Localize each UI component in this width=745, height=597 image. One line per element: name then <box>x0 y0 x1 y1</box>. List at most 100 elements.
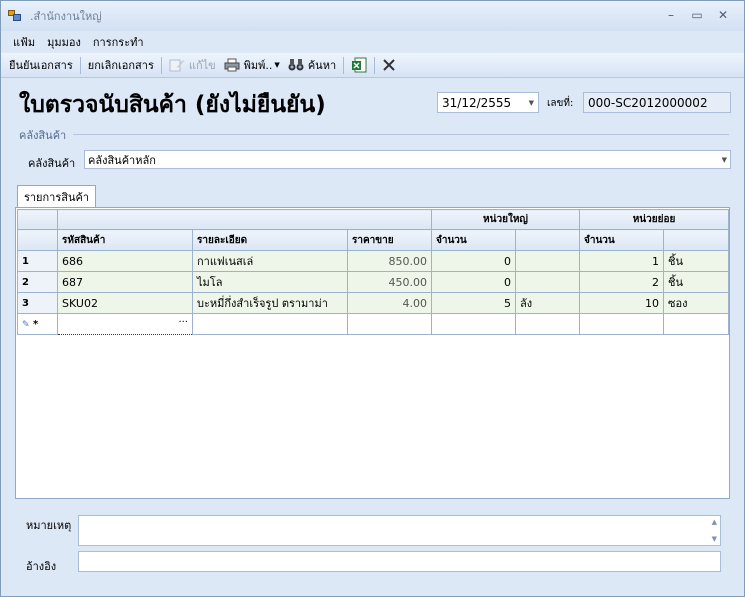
chevron-down-icon[interactable]: ▼ <box>722 156 727 164</box>
cell-code[interactable]: 687 <box>57 271 193 293</box>
toolbar-separator <box>160 56 162 74</box>
cell-big-qty[interactable]: 0 <box>431 271 516 293</box>
edit-label: แก้ไข <box>188 59 216 72</box>
cell-big-unit[interactable] <box>515 271 580 293</box>
toolbar-separator <box>343 56 345 74</box>
row-number[interactable]: 1 <box>17 250 58 272</box>
cell-detail[interactable]: กาแฟเนสเล่ <box>192 250 348 272</box>
reference-input[interactable] <box>78 551 721 572</box>
new-price-cell[interactable] <box>347 313 432 335</box>
warehouse-value: คลังสินค้าหลัก <box>88 153 156 167</box>
title-bar: .สำนักงานใหญ่ – ▭ ✕ <box>1 1 744 31</box>
cell-code[interactable]: SKU02 <box>57 292 193 314</box>
menu-bar: แฟ้ม มุมมอง การกระทำ <box>1 31 744 53</box>
printer-icon <box>224 58 240 72</box>
warehouse-group-label: คลังสินค้า <box>19 129 67 142</box>
column-header-price[interactable]: ราคาขาย <box>347 229 432 251</box>
cell-big-unit[interactable] <box>515 250 580 272</box>
warehouse-select[interactable]: คลังสินค้าหลัก ▼ <box>84 150 731 169</box>
cell-big-unit[interactable]: ลัง <box>515 292 580 314</box>
cell-big-qty[interactable]: 5 <box>431 292 516 314</box>
print-label: พิมพ์.. <box>243 59 273 72</box>
confirm-document-button[interactable]: ยืนยันเอกสาร <box>5 55 77 76</box>
menu-action[interactable]: การกระทำ <box>87 33 150 51</box>
doc-no-label: เลขที่: <box>547 98 574 109</box>
new-code-cell[interactable]: ··· <box>57 313 193 335</box>
chevron-down-icon: ▼ <box>274 61 280 69</box>
column-header-code[interactable]: รหัสสินค้า <box>57 229 193 251</box>
row-number[interactable]: 3 <box>17 292 58 314</box>
new-small-unit-cell[interactable] <box>662 313 730 335</box>
excel-icon <box>352 57 367 73</box>
column-header-big-unit[interactable] <box>515 229 580 251</box>
scroll-up-icon[interactable]: ▲ <box>712 518 717 526</box>
column-header-small-qty[interactable]: จำนวน <box>579 229 664 251</box>
new-row-marker: * <box>33 318 39 330</box>
cell-detail[interactable]: ไมโล <box>192 271 348 293</box>
note-label: หมายเหตุ <box>26 519 72 532</box>
big-unit-group-header: หน่วยใหญ่ <box>431 209 580 230</box>
new-small-qty-cell[interactable] <box>579 313 664 335</box>
cell-small-qty[interactable]: 10 <box>579 292 664 314</box>
search-button[interactable]: ค้นหา <box>284 55 340 76</box>
blank-group-header <box>57 209 432 230</box>
scroll-down-icon[interactable]: ▼ <box>712 535 717 543</box>
cell-price[interactable]: 4.00 <box>347 292 432 314</box>
warehouse-field-label: คลังสินค้า <box>28 157 76 170</box>
export-excel-button[interactable] <box>347 55 371 76</box>
note-textarea[interactable]: ▲ ▼ <box>78 515 721 546</box>
app-window: .สำนักงานใหญ่ – ▭ ✕ แฟ้ม มุมมอง การกระทำ… <box>0 0 745 597</box>
items-grid: หน่วยใหญ่ หน่วยย่อย รหัสสินค้า รายละเอีย… <box>15 207 730 499</box>
menu-file[interactable]: แฟ้ม <box>7 33 41 51</box>
column-header-small-unit[interactable] <box>662 229 730 251</box>
chevron-down-icon[interactable]: ▼ <box>529 99 534 107</box>
new-detail-cell[interactable] <box>192 313 348 335</box>
edit-button[interactable]: แก้ไข <box>165 55 220 76</box>
close-x-icon <box>383 59 395 71</box>
date-picker[interactable]: 31/12/2555 ▼ <box>437 92 539 113</box>
lookup-button[interactable]: ··· <box>178 317 188 328</box>
cell-small-unit[interactable]: ซอง <box>662 292 730 314</box>
toolbar-separator <box>374 56 376 74</box>
cancel-document-button[interactable]: ยกเลิกเอกสาร <box>84 55 158 76</box>
close-document-button[interactable] <box>378 55 400 76</box>
cell-code[interactable]: 686 <box>57 250 193 272</box>
cell-small-qty[interactable]: 2 <box>579 271 664 293</box>
column-header-big-qty[interactable]: จำนวน <box>431 229 516 251</box>
minimize-icon[interactable]: – <box>658 7 684 23</box>
table-row[interactable]: 3 SKU02 บะหมี่กึ่งสำเร็จรูป ตรามาม่า 4.0… <box>17 292 730 314</box>
pencil-icon: ✎ <box>22 319 30 330</box>
print-button[interactable]: พิมพ์.. ▼ <box>220 55 284 76</box>
page-title: ใบตรวจนับสินค้า (ยังไม่ยืนยัน) <box>19 92 326 118</box>
new-row[interactable]: ✎ * ··· <box>17 313 730 335</box>
new-big-unit-cell[interactable] <box>515 313 580 335</box>
doc-no-value: 000-SC2012000002 <box>588 95 708 110</box>
new-big-qty-cell[interactable] <box>431 313 516 335</box>
table-row[interactable]: 2 687 ไมโล 450.00 0 2 ชิ้น <box>17 271 730 293</box>
column-header-detail[interactable]: รายละเอียด <box>192 229 348 251</box>
tab-items[interactable]: รายการสินค้า <box>17 185 96 208</box>
edit-icon <box>169 59 184 72</box>
menu-view[interactable]: มุมมอง <box>41 33 87 51</box>
items-table: หน่วยใหญ่ หน่วยย่อย รหัสสินค้า รายละเอีย… <box>17 209 730 335</box>
table-row[interactable]: 1 686 กาแฟเนสเล่ 850.00 0 1 ชิ้น <box>17 250 730 272</box>
cell-price[interactable]: 450.00 <box>347 271 432 293</box>
cell-small-qty[interactable]: 1 <box>579 250 664 272</box>
toolbar: ยืนยันเอกสาร ยกเลิกเอกสาร แก้ไข พิมพ์.. … <box>1 53 744 78</box>
cell-price[interactable]: 850.00 <box>347 250 432 272</box>
window-title: .สำนักงานใหญ่ <box>30 10 102 23</box>
cell-small-unit[interactable]: ชิ้น <box>662 271 730 293</box>
cell-big-qty[interactable]: 0 <box>431 250 516 272</box>
app-icon <box>8 10 22 22</box>
close-icon[interactable]: ✕ <box>710 7 736 23</box>
row-number[interactable]: 2 <box>17 271 58 293</box>
cell-small-unit[interactable]: ชิ้น <box>662 250 730 272</box>
new-row-header[interactable]: ✎ * <box>17 313 58 335</box>
cell-detail[interactable]: บะหมี่กึ่งสำเร็จรูป ตรามาม่า <box>192 292 348 314</box>
date-value: 31/12/2555 <box>442 95 512 110</box>
group-divider <box>73 134 729 135</box>
doc-no-field: 000-SC2012000002 <box>583 92 731 113</box>
search-label: ค้นหา <box>307 59 337 72</box>
maximize-icon[interactable]: ▭ <box>684 7 710 23</box>
reference-label: อ้างอิง <box>26 560 57 573</box>
